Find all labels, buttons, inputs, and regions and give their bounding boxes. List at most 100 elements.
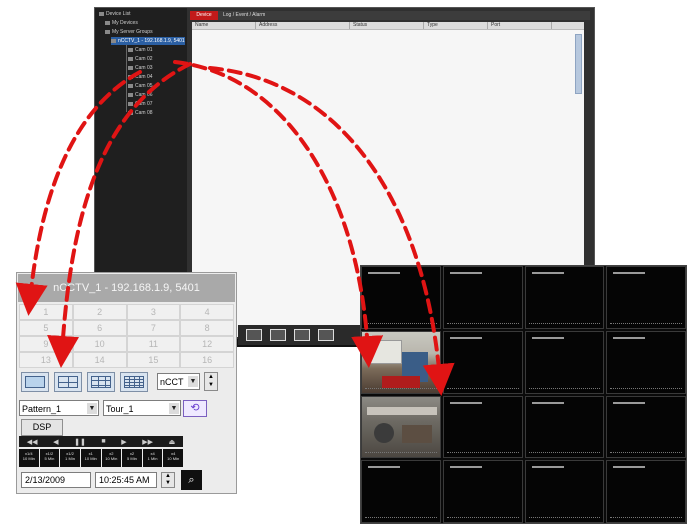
tree-item-camera[interactable]: Cam 05 — [128, 82, 153, 90]
single-view-button[interactable] — [21, 372, 49, 392]
video-tile-empty[interactable] — [606, 266, 686, 329]
fast-forward-icon[interactable]: ▶▶ — [142, 438, 153, 446]
channel-button[interactable]: 3 — [126, 304, 181, 320]
date-picker[interactable]: 2/13/2009 — [21, 472, 91, 488]
tab-bar: Device Log / Event / Alarm — [190, 11, 590, 20]
channel-button[interactable]: 5 — [19, 320, 73, 336]
channel-button[interactable]: 11 — [126, 336, 181, 352]
speed-button[interactable]: x4 1 Min — [142, 449, 163, 467]
camera-group-select[interactable]: nCCT ▼ — [157, 373, 200, 390]
rewind-icon[interactable]: ◀◀ — [27, 438, 38, 446]
search-button[interactable]: ⌕ — [181, 470, 202, 490]
camera-icon — [128, 83, 133, 88]
speed-button[interactable]: x1/4 10 Min — [19, 449, 39, 467]
channel-button[interactable]: 10 — [72, 336, 127, 352]
camera-icon — [128, 110, 133, 115]
speed-button[interactable]: x2 10 Min — [101, 449, 122, 467]
channel-button[interactable]: 4 — [180, 304, 234, 320]
tree-item-camera[interactable]: Cam 02 — [128, 55, 153, 63]
tree-item-device-selected[interactable]: nCCTV_1 - 192.168.1.9, 5401 — [111, 37, 185, 45]
tree-item-camera[interactable]: Cam 07 — [128, 100, 153, 108]
tree-item-camera[interactable]: Cam 01 — [128, 46, 153, 54]
channel-button[interactable]: 12 — [180, 336, 234, 352]
dvr-icon — [111, 38, 116, 43]
speed-buttons: x1/4 10 Min x1/2 5 Min x1/2 1 Min x1 10 … — [19, 449, 183, 467]
video-tile-empty[interactable] — [442, 395, 523, 459]
tab-log[interactable]: Log / Event / Alarm — [220, 11, 303, 20]
column-header[interactable]: Port — [488, 22, 552, 29]
layout-split-button[interactable] — [246, 329, 262, 341]
column-header[interactable]: Name — [192, 22, 256, 29]
channel-button[interactable]: 16 — [180, 352, 234, 368]
camera-icon — [128, 56, 133, 61]
column-header[interactable]: Type — [424, 22, 488, 29]
layout-save-button[interactable] — [318, 329, 334, 341]
channel-button[interactable]: 8 — [180, 320, 234, 336]
video-tile-empty[interactable] — [524, 330, 605, 394]
layout-view-button[interactable] — [270, 329, 286, 341]
channel-button[interactable]: 1 — [19, 304, 73, 320]
channel-button[interactable]: 15 — [126, 352, 181, 368]
speed-button[interactable]: x2 5 Min — [122, 449, 142, 467]
channel-button[interactable]: 2 — [72, 304, 127, 320]
speed-button[interactable]: x4 10 Min — [163, 449, 183, 467]
pattern-select[interactable]: Pattern_1 ▼ — [19, 400, 99, 416]
pause-icon[interactable]: ❚❚ — [74, 438, 86, 446]
tree-item-camera[interactable]: Cam 04 — [128, 73, 153, 81]
video-tile-camera-room[interactable] — [361, 395, 441, 459]
channel-button[interactable]: 6 — [72, 320, 127, 336]
video-tile-empty[interactable] — [606, 460, 686, 523]
video-tile-empty[interactable] — [524, 395, 605, 459]
tree-item-server-groups[interactable]: My Server Groups — [105, 28, 153, 36]
tree-item-root[interactable]: Device List — [99, 10, 130, 18]
folder-icon — [105, 29, 110, 34]
updown-spinner[interactable]: ▲ ▼ — [204, 372, 218, 391]
video-tile-empty[interactable] — [361, 460, 441, 523]
camera-icon — [128, 47, 133, 52]
channel-button[interactable]: 9 — [19, 336, 73, 352]
sixteen-view-button[interactable] — [120, 372, 148, 392]
channel-button[interactable]: 7 — [126, 320, 181, 336]
speed-button[interactable]: x1 10 Min — [80, 449, 101, 467]
tree-item-camera[interactable]: Cam 03 — [128, 64, 153, 72]
column-header[interactable]: Status — [350, 22, 424, 29]
tour-cycle-button[interactable]: ⟲ — [183, 400, 207, 417]
video-tile-empty[interactable] — [361, 266, 441, 329]
time-field[interactable]: 10:25:45 AM — [95, 472, 157, 488]
eject-icon[interactable]: ⏏ — [169, 438, 176, 446]
stop-icon[interactable]: ■ — [101, 438, 105, 445]
speed-button[interactable]: x1/2 5 Min — [39, 449, 60, 467]
nine-view-button[interactable] — [87, 372, 115, 392]
time-spinner[interactable]: ▲ ▼ — [161, 472, 175, 488]
speed-button[interactable]: x1/2 1 Min — [60, 449, 80, 467]
layout-toolbar — [238, 325, 363, 345]
video-tile-empty[interactable] — [524, 460, 605, 523]
video-tile-camera-office[interactable] — [361, 330, 441, 394]
step-back-icon[interactable]: ◀ — [53, 438, 58, 446]
video-tile-empty[interactable] — [606, 395, 686, 459]
camera-icon — [128, 92, 133, 97]
single-view-icon — [25, 376, 45, 388]
cycle-icon: ⟲ — [190, 402, 200, 414]
tree-item-camera[interactable]: Cam 08 — [128, 109, 153, 117]
channel-button[interactable]: 13 — [19, 352, 73, 368]
scrollbar-thumb[interactable] — [575, 34, 582, 94]
video-tile-empty[interactable] — [442, 460, 523, 523]
layout-screen-button[interactable] — [294, 329, 310, 341]
video-tile-empty[interactable] — [524, 266, 605, 329]
column-header[interactable]: Address — [256, 22, 350, 29]
tree-item-my-devices[interactable]: My Devices — [105, 19, 138, 27]
quad-view-button[interactable] — [54, 372, 82, 392]
channel-button[interactable]: 14 — [72, 352, 127, 368]
dsp-button[interactable]: DSP — [21, 419, 63, 436]
scene-chair — [374, 422, 394, 443]
play-icon[interactable]: ▶ — [121, 438, 126, 446]
video-tile-empty[interactable] — [442, 266, 523, 329]
video-tile-empty[interactable] — [442, 330, 523, 394]
video-tile-empty[interactable] — [606, 330, 686, 394]
tab-device[interactable]: Device — [190, 11, 218, 20]
tree-item-camera[interactable]: Cam 06 — [128, 91, 153, 99]
tour-select[interactable]: Tour_1 ▼ — [103, 400, 181, 416]
chevron-down-icon: ▼ — [169, 403, 179, 414]
list-header: Name Address Status Type Port — [192, 22, 584, 30]
